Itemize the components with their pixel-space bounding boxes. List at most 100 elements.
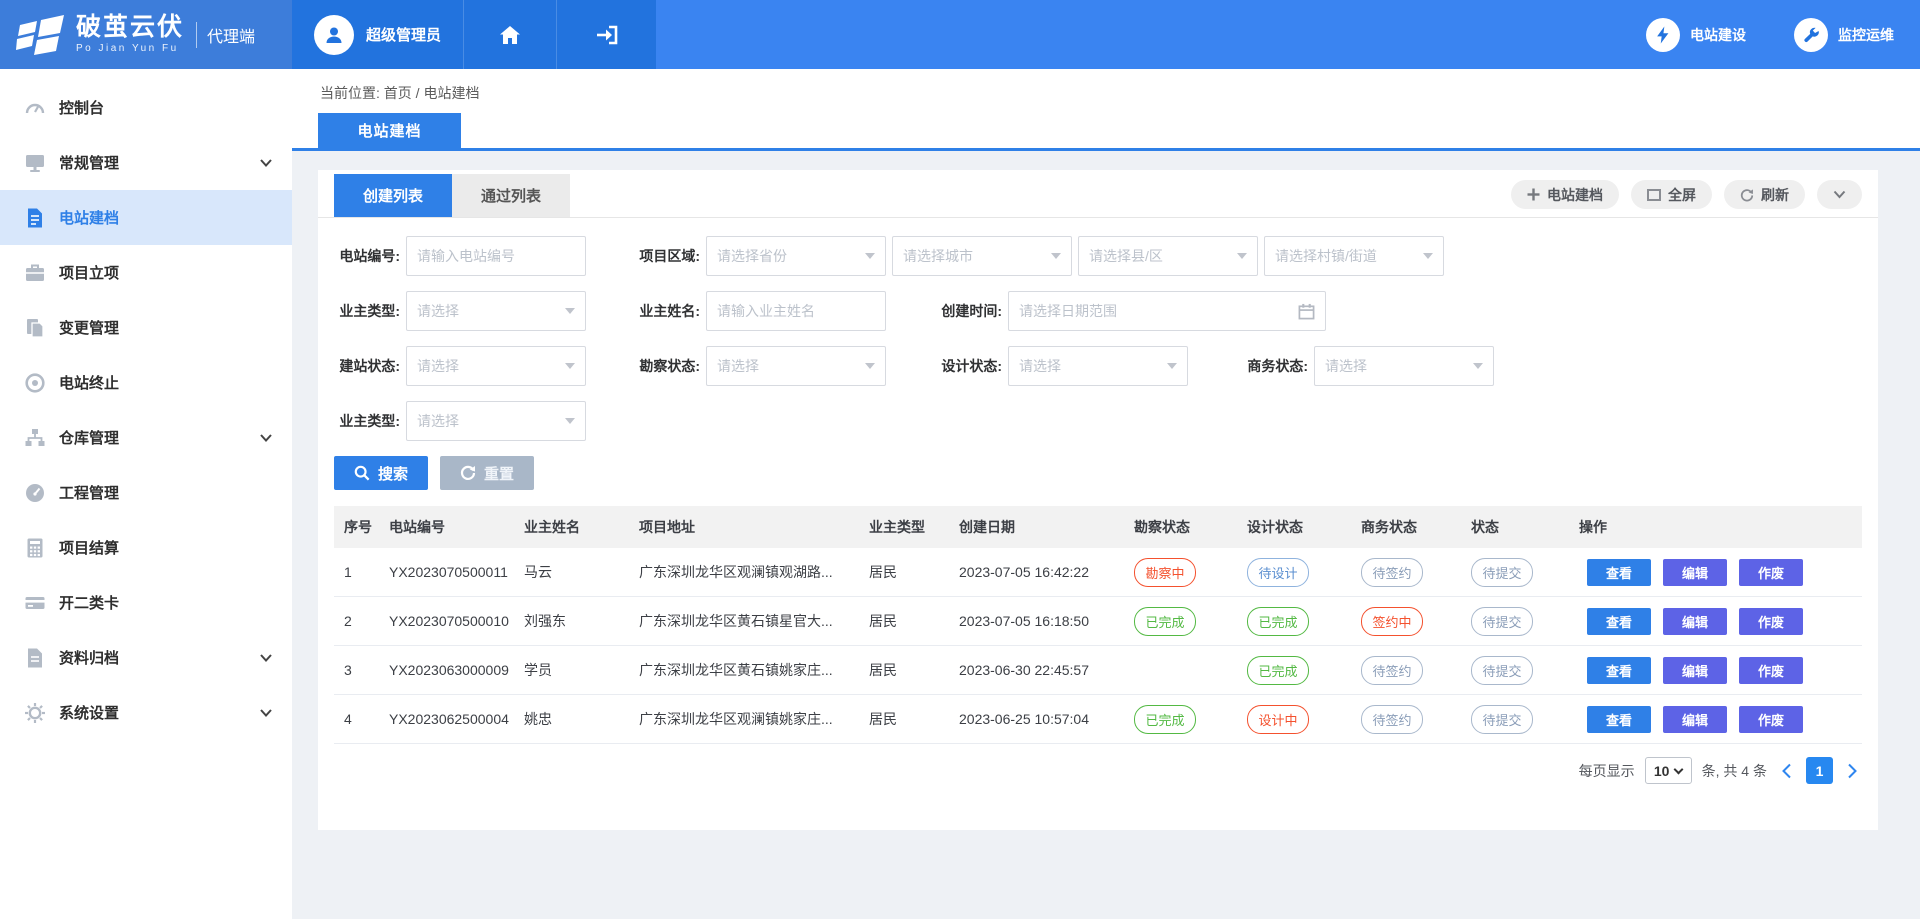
- void-button[interactable]: 作废: [1739, 608, 1803, 635]
- station-no-input[interactable]: [406, 236, 586, 276]
- sidebar-item-warehouse[interactable]: 仓库管理: [0, 410, 292, 465]
- nav-station-build[interactable]: 电站建设: [1646, 18, 1746, 52]
- design-status-badge: 设计中: [1247, 705, 1309, 734]
- refresh-button[interactable]: 刷新: [1724, 180, 1805, 209]
- owner-type-select[interactable]: 请选择: [406, 291, 586, 331]
- briefcase-icon: [24, 262, 46, 284]
- void-button[interactable]: 作废: [1739, 706, 1803, 733]
- station-no-label: 电站编号:: [334, 246, 400, 266]
- session-cluster: 超级管理员: [292, 0, 656, 69]
- edit-button[interactable]: 编辑: [1663, 657, 1727, 684]
- view-button[interactable]: 查看: [1587, 559, 1651, 586]
- table-row: 2 YX2023070500010 刘强东 广东深圳龙华区黄石镇星官大... 居…: [334, 597, 1862, 646]
- survey-status-select[interactable]: 请选择: [706, 346, 886, 386]
- caret-down-icon: [865, 363, 875, 369]
- survey-status-badge: 勘察中: [1134, 558, 1196, 587]
- target-icon: [24, 372, 46, 394]
- date-range-picker[interactable]: [1008, 291, 1326, 331]
- per-page-label: 每页显示: [1579, 761, 1635, 781]
- project-address: 广东深圳龙华区黄石镇星官大...: [629, 611, 859, 631]
- owner-type-label: 业主类型:: [334, 301, 400, 321]
- user-menu[interactable]: 超级管理员: [292, 0, 463, 69]
- design-status-label: 设计状态:: [886, 356, 1002, 376]
- chevron-down-icon: [1833, 190, 1846, 199]
- view-button[interactable]: 查看: [1587, 706, 1651, 733]
- void-button[interactable]: 作废: [1739, 657, 1803, 684]
- survey-status-badge: 已完成: [1134, 705, 1196, 734]
- breadcrumb-home-link[interactable]: 首页: [384, 85, 412, 101]
- reset-button[interactable]: 重置: [440, 456, 534, 490]
- page-title-tab: 电站建档: [318, 113, 461, 148]
- sidebar-item-settlement[interactable]: 项目结算: [0, 520, 292, 575]
- sidebar-item-change-mgmt[interactable]: 变更管理: [0, 300, 292, 355]
- owner-name: 马云: [514, 562, 629, 582]
- edit-button[interactable]: 编辑: [1663, 559, 1727, 586]
- chevron-down-icon: [260, 649, 272, 667]
- collapse-button[interactable]: [1817, 180, 1862, 209]
- province-select[interactable]: 请选择省份: [706, 236, 886, 276]
- district-select[interactable]: 请选择县/区: [1078, 236, 1258, 276]
- breadcrumb: 当前位置: 首页 / 电站建档: [292, 69, 1920, 103]
- tab-passed-list[interactable]: 通过列表: [452, 174, 570, 217]
- station-table: 序号 电站编号 业主姓名 项目地址 业主类型 创建日期 勘察状态 设计状态 商务…: [334, 506, 1862, 744]
- void-button[interactable]: 作废: [1739, 559, 1803, 586]
- sidebar-item-general[interactable]: 常规管理: [0, 135, 292, 190]
- sidebar-item-settings[interactable]: 系统设置: [0, 685, 292, 740]
- view-button[interactable]: 查看: [1587, 657, 1651, 684]
- home-button[interactable]: [463, 0, 556, 69]
- next-page-button[interactable]: [1843, 763, 1862, 779]
- archive-icon: [24, 647, 46, 669]
- business-status-select[interactable]: 请选择: [1314, 346, 1494, 386]
- business-status-badge: 待签约: [1361, 656, 1423, 685]
- prev-page-button[interactable]: [1777, 763, 1796, 779]
- table-row: 1 YX2023070500011 马云 广东深圳龙华区观澜镇观湖路... 居民…: [334, 548, 1862, 597]
- build-status-select[interactable]: 请选择: [406, 346, 586, 386]
- total-count: 条, 共 4 条: [1702, 761, 1767, 781]
- caret-down-icon: [1051, 253, 1061, 259]
- search-button[interactable]: 搜索: [334, 456, 428, 490]
- owner-type2-select[interactable]: 请选择: [406, 401, 586, 441]
- street-select[interactable]: 请选择村镇/街道: [1264, 236, 1444, 276]
- caret-down-icon: [1423, 253, 1433, 259]
- fullscreen-icon: [1647, 189, 1661, 201]
- sidebar-item-project-initiation[interactable]: 项目立项: [0, 245, 292, 300]
- caret-down-icon: [1237, 253, 1247, 259]
- fullscreen-button[interactable]: 全屏: [1631, 180, 1712, 209]
- add-station-button[interactable]: 电站建档: [1511, 180, 1619, 209]
- sitemap-icon: [24, 427, 46, 449]
- logo-icon: [16, 15, 68, 55]
- nav-monitor-ops[interactable]: 监控运维: [1794, 18, 1894, 52]
- design-status-select[interactable]: 请选择: [1008, 346, 1188, 386]
- date-range-input[interactable]: [1019, 303, 1298, 319]
- nav-label: 监控运维: [1838, 25, 1894, 45]
- station-no: YX2023070500011: [379, 564, 514, 580]
- project-address: 广东深圳龙华区观澜镇姚家庄...: [629, 709, 859, 729]
- design-status-badge: 待设计: [1247, 558, 1309, 587]
- tab-create-list[interactable]: 创建列表: [334, 174, 452, 217]
- brand-name: 破茧云伏: [76, 15, 184, 40]
- nav-label: 电站建设: [1690, 25, 1746, 45]
- view-button[interactable]: 查看: [1587, 608, 1651, 635]
- sidebar-item-station-archive[interactable]: 电站建档: [0, 190, 292, 245]
- logout-button[interactable]: [556, 0, 656, 69]
- edit-button[interactable]: 编辑: [1663, 706, 1727, 733]
- design-status-badge: 已完成: [1247, 607, 1309, 636]
- sidebar-item-engineering[interactable]: 工程管理: [0, 465, 292, 520]
- business-status-badge: 待签约: [1361, 558, 1423, 587]
- sidebar-item-data-archive[interactable]: 资料归档: [0, 630, 292, 685]
- wrench-icon: [1802, 26, 1820, 44]
- station-no: YX2023062500004: [379, 711, 514, 727]
- page-number-1[interactable]: 1: [1806, 757, 1833, 784]
- edit-button[interactable]: 编辑: [1663, 608, 1727, 635]
- city-select[interactable]: 请选择城市: [892, 236, 1072, 276]
- sidebar-item-station-terminate[interactable]: 电站终止: [0, 355, 292, 410]
- sidebar-item-console[interactable]: 控制台: [0, 80, 292, 135]
- survey-status-label: 勘察状态:: [586, 356, 700, 376]
- sidebar: 控制台 常规管理 电站建档 项目立项: [0, 69, 292, 919]
- per-page-select[interactable]: 10: [1645, 757, 1692, 784]
- project-address: 广东深圳龙华区观澜镇观湖路...: [629, 562, 859, 582]
- owner-name-input[interactable]: [706, 291, 886, 331]
- avatar: [314, 15, 354, 55]
- sidebar-item-type2-card[interactable]: 开二类卡: [0, 575, 292, 630]
- calendar-icon: [1298, 303, 1315, 320]
